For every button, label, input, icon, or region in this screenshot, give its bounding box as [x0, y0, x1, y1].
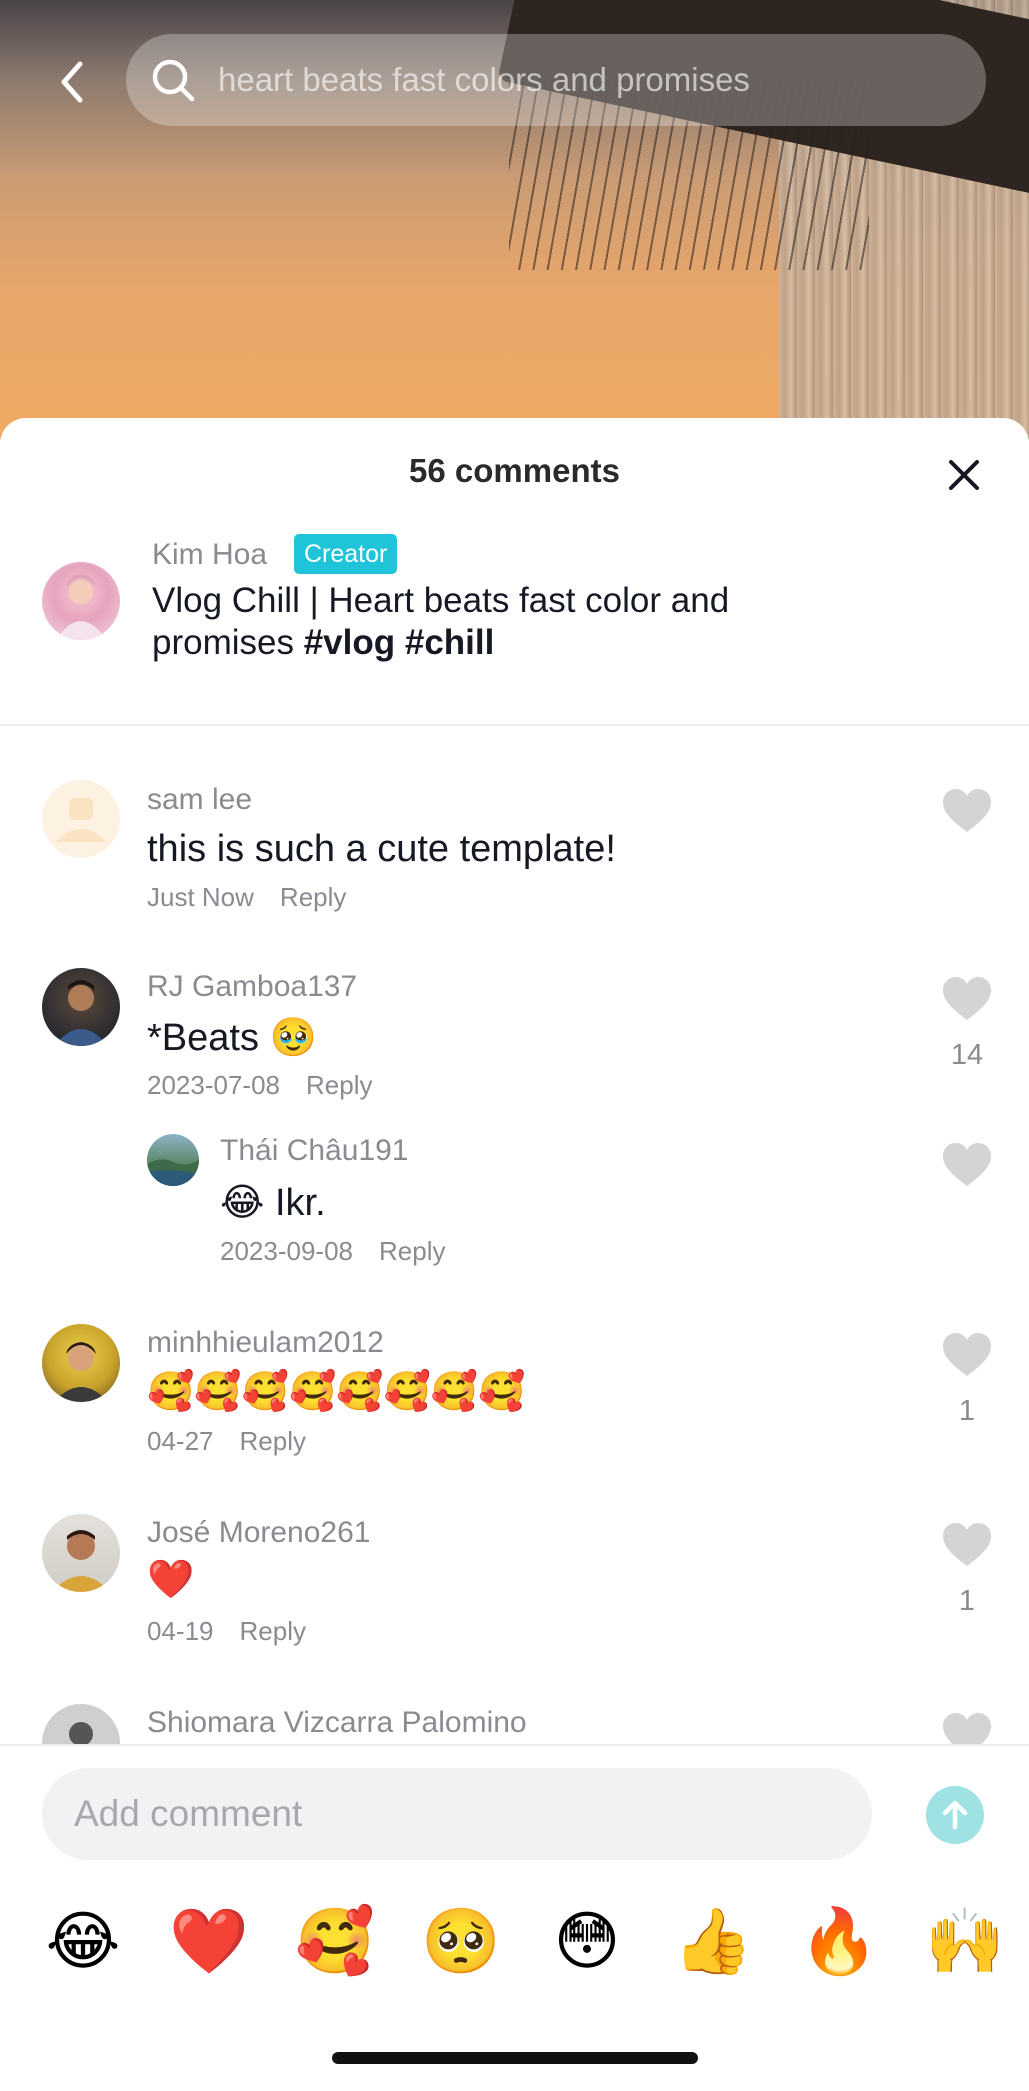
comment-input[interactable] [42, 1768, 872, 1860]
emoji-heart-button[interactable]: ❤️ [164, 1896, 254, 1986]
close-icon [949, 460, 979, 490]
like-count: 1 [958, 1585, 976, 1617]
heart-icon [943, 1143, 991, 1186]
emoji-flushed-button[interactable]: 😳 [542, 1896, 632, 1986]
emoji-pleading-button[interactable]: 🥺 [416, 1896, 506, 1986]
comment-username[interactable]: José Moreno261 [147, 1516, 370, 1550]
heart-icon [943, 1333, 991, 1376]
avatar[interactable] [147, 1134, 199, 1186]
heart-icon [943, 977, 991, 1020]
sheet-header: 56 comments [0, 418, 1029, 522]
like-button[interactable] [939, 788, 995, 839]
caption-author[interactable]: Kim Hoa [152, 538, 267, 572]
search-query: heart beats fast colors and promises [218, 61, 750, 98]
search-icon [152, 59, 195, 102]
comment-meta: 2023-09-08 Reply [220, 1236, 445, 1267]
like-button[interactable]: 1 [939, 1522, 995, 1618]
emoji-smiling-hearts-button[interactable]: 🥰 [290, 1896, 380, 1986]
arrow-up-icon [942, 1800, 968, 1830]
chevron-left-icon [61, 61, 83, 103]
avatar[interactable] [42, 562, 120, 640]
emoji-thumbs-up-button[interactable]: 👍 [668, 1896, 758, 1986]
comment-username[interactable]: RJ Gamboa137 [147, 970, 357, 1004]
comment-text: *Beats 🥹 [147, 1017, 317, 1059]
like-button[interactable]: 14 [939, 976, 995, 1072]
emoji-raising-hands-button[interactable]: 🙌 [920, 1896, 1010, 1986]
comment-time: 04-19 [147, 1616, 214, 1646]
comment-time: Just Now [147, 882, 254, 912]
avatar-portrait-icon [54, 1342, 108, 1402]
emoji-quick-bar: 😂 ❤️ 🥰 🥺 😳 👍 🔥 🙌 [0, 1896, 1029, 1986]
home-indicator [332, 2052, 698, 2064]
comment-text: 🥰🥰🥰🥰🥰🥰🥰🥰 [147, 1371, 526, 1413]
hashtag-vlog[interactable]: #vlog [304, 623, 395, 662]
comment-username[interactable]: sam lee [147, 783, 252, 817]
avatar[interactable] [42, 1324, 120, 1402]
avatar[interactable] [42, 1514, 120, 1592]
comment-meta: Just Now Reply [147, 882, 346, 913]
comments-count-title: 56 comments [409, 452, 620, 489]
heart-icon [943, 1523, 991, 1566]
avatar[interactable] [42, 780, 120, 858]
landscape-avatar-icon [147, 1159, 199, 1186]
comment-meta: 2023-07-08 Reply [147, 1070, 372, 1101]
hashtag-chill[interactable]: #chill [405, 623, 494, 662]
comment-meta: 04-27 Reply [147, 1426, 306, 1457]
avatar-portrait-icon [54, 980, 108, 1046]
comment-text: 😂 Ikr. [220, 1182, 326, 1224]
like-button[interactable]: 1 [939, 1332, 995, 1428]
emoji-laughing-button[interactable]: 😂 [38, 1896, 128, 1986]
comment-text: ❤️ [147, 1559, 195, 1601]
caption-text: Vlog Chill | Heart beats fast color and … [152, 580, 872, 664]
reply-button[interactable]: Reply [306, 1070, 372, 1100]
like-count: 14 [950, 1039, 984, 1071]
emoji-fire-button[interactable]: 🔥 [794, 1896, 884, 1986]
back-button[interactable] [50, 56, 94, 108]
reply-button[interactable]: Reply [280, 882, 346, 912]
reply-button[interactable]: Reply [240, 1616, 306, 1646]
avatar-portrait-icon [52, 1530, 110, 1592]
comment-meta: 04-19 Reply [147, 1616, 306, 1647]
like-button[interactable] [939, 1142, 995, 1193]
comment-username[interactable]: Shiomara Vizcarra Palomino [147, 1706, 527, 1740]
close-button[interactable] [939, 450, 989, 500]
heart-icon [943, 789, 991, 832]
comment-username[interactable]: minhhieulam2012 [147, 1326, 384, 1360]
video-caption: Kim Hoa Creator Vlog Chill | Heart beats… [0, 522, 1029, 726]
avatar[interactable] [42, 968, 120, 1046]
like-count: 1 [958, 1395, 976, 1427]
reply-button[interactable]: Reply [240, 1426, 306, 1456]
creator-badge: Creator [294, 534, 398, 574]
comment-time: 04-27 [147, 1426, 214, 1456]
comment-composer: 😂 ❤️ 🥰 🥺 😳 👍 🔥 🙌 [0, 1744, 1029, 2091]
comment-time: 2023-07-08 [147, 1070, 280, 1100]
reply-button[interactable]: Reply [379, 1236, 445, 1266]
video-background: heart beats fast colors and promises [0, 0, 1029, 440]
comment-time: 2023-09-08 [220, 1236, 353, 1266]
avatar-portrait-icon [56, 574, 106, 640]
send-button[interactable] [926, 1786, 984, 1844]
search-bar[interactable]: heart beats fast colors and promises [126, 34, 986, 126]
default-avatar-icon [56, 798, 106, 842]
comment-username[interactable]: Thái Châu191 [220, 1134, 408, 1168]
comment-text: this is such a cute template! [147, 828, 616, 870]
